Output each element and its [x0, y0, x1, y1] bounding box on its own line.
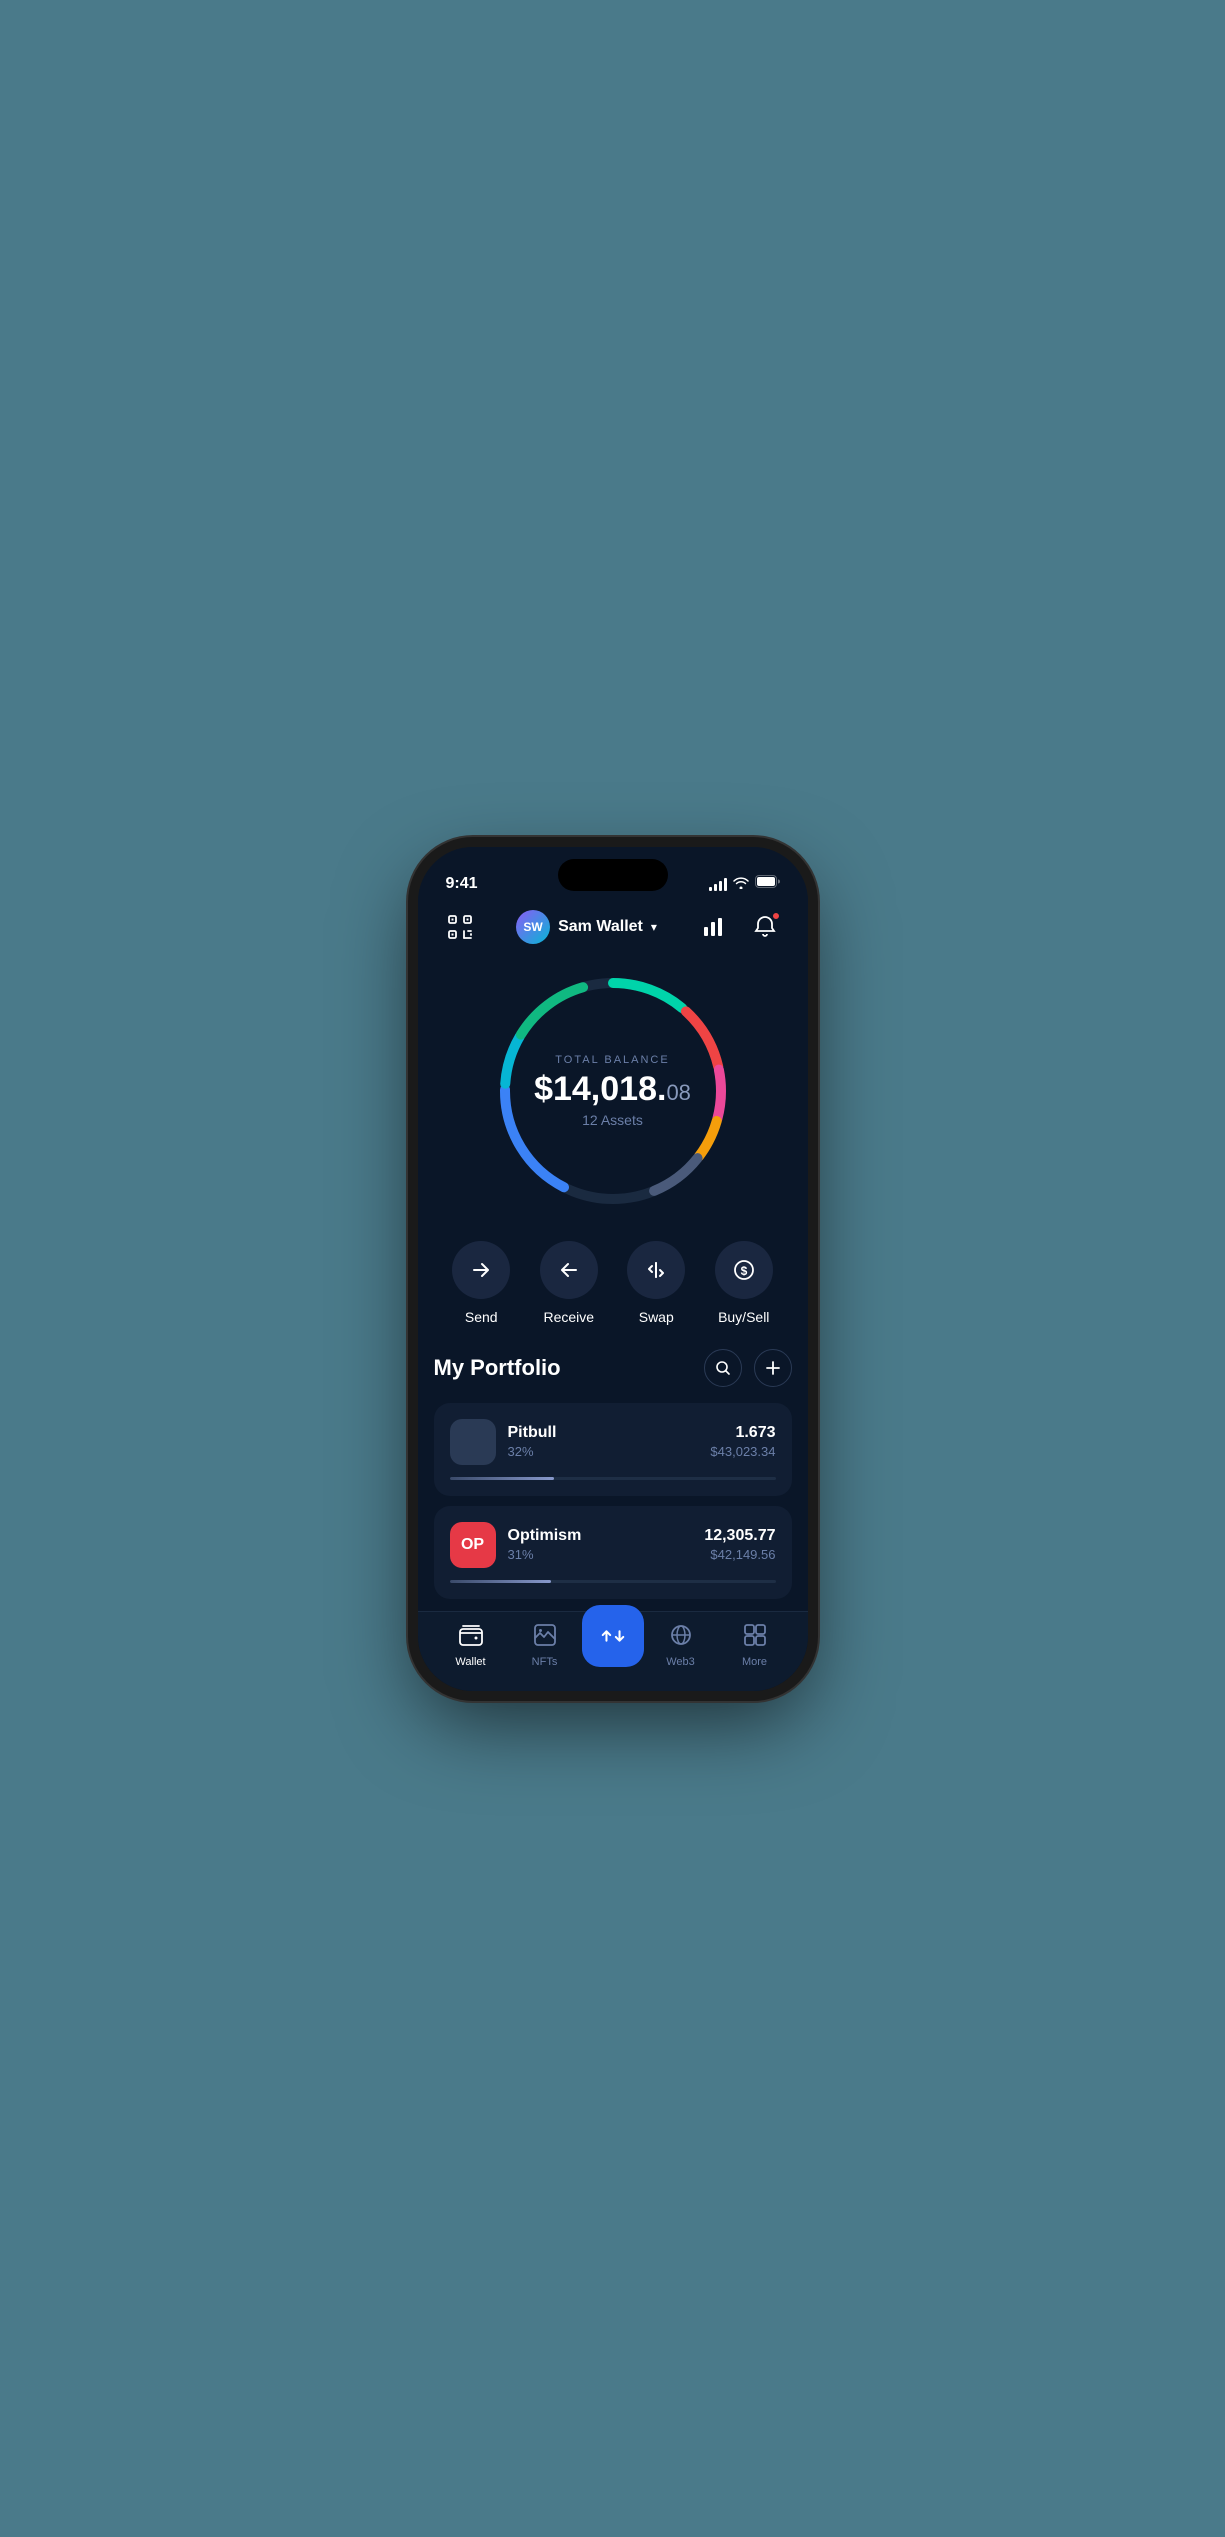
wifi-icon — [733, 876, 749, 892]
dynamic-island — [558, 859, 668, 891]
status-time: 9:41 — [446, 875, 478, 893]
pitbull-progress-bar — [450, 1477, 776, 1480]
web3-nav-icon — [670, 1624, 692, 1652]
pitbull-percent: 32% — [508, 1444, 557, 1459]
nav-wallet[interactable]: Wallet — [434, 1624, 508, 1668]
add-asset-button[interactable] — [754, 1349, 792, 1387]
balance-label: TOTAL BALANCE — [533, 1054, 693, 1066]
optimism-progress-fill — [450, 1580, 551, 1583]
nav-web3[interactable]: Web3 — [644, 1624, 718, 1668]
receive-label: Receive — [543, 1309, 594, 1325]
portfolio-title: My Portfolio — [434, 1355, 561, 1381]
header-right — [695, 909, 783, 945]
swap-label: Swap — [639, 1309, 674, 1325]
web3-nav-label: Web3 — [666, 1656, 695, 1668]
optimism-progress-bar — [450, 1580, 776, 1583]
optimism-icon: OP — [450, 1522, 496, 1568]
nav-more[interactable]: More — [718, 1624, 792, 1668]
wallet-nav-label: Wallet — [455, 1656, 485, 1668]
nfts-nav-label: NFTs — [532, 1656, 558, 1668]
wallet-name: Sam Wallet — [558, 918, 643, 936]
pitbull-name: Pitbull — [508, 1424, 557, 1442]
asset-optimism[interactable]: OP Optimism 31% 12,305.77 $42,149.56 — [434, 1506, 792, 1599]
search-button[interactable] — [704, 1349, 742, 1387]
asset-pitbull[interactable]: 🐾 Pitbull 32% 1.673 $43,023.34 — [434, 1403, 792, 1496]
optimism-value: $42,149.56 — [704, 1547, 775, 1562]
send-label: Send — [465, 1309, 498, 1325]
chevron-down-icon: ▾ — [651, 920, 657, 934]
more-nav-icon — [744, 1624, 766, 1652]
wallet-selector[interactable]: SW Sam Wallet ▾ — [516, 910, 657, 944]
pitbull-value: $43,023.34 — [710, 1444, 775, 1459]
portfolio-section: My Portfolio — [418, 1349, 808, 1611]
status-icons — [709, 875, 780, 893]
bottom-nav: Wallet NFTs — [418, 1611, 808, 1691]
phone-screen: 9:41 — [418, 847, 808, 1691]
optimism-amount: 12,305.77 — [704, 1527, 775, 1545]
header: SW Sam Wallet ▾ — [418, 901, 808, 961]
svg-text:$: $ — [740, 1264, 747, 1278]
chart-button[interactable] — [695, 909, 731, 945]
notification-dot — [771, 911, 781, 921]
buysell-label: Buy/Sell — [718, 1309, 769, 1325]
scan-icon[interactable] — [442, 909, 478, 945]
balance-ring: TOTAL BALANCE $14,018.08 12 Assets — [493, 971, 733, 1211]
portfolio-header: My Portfolio — [434, 1349, 792, 1387]
swap-center-button[interactable] — [582, 1605, 644, 1667]
balance-section: TOTAL BALANCE $14,018.08 12 Assets — [418, 961, 808, 1231]
optimism-percent: 31% — [508, 1547, 582, 1562]
notification-button[interactable] — [747, 909, 783, 945]
battery-icon — [755, 875, 780, 893]
pitbull-amount: 1.673 — [710, 1424, 775, 1442]
buysell-button[interactable]: $ Buy/Sell — [715, 1241, 773, 1325]
pitbull-progress-fill — [450, 1477, 554, 1480]
more-nav-label: More — [742, 1656, 767, 1668]
assets-count: 12 Assets — [533, 1112, 693, 1128]
pitbull-icon: 🐾 — [450, 1419, 496, 1465]
portfolio-actions — [704, 1349, 792, 1387]
wallet-nav-icon — [459, 1624, 483, 1652]
nfts-nav-icon — [534, 1624, 556, 1652]
receive-button[interactable]: Receive — [540, 1241, 598, 1325]
action-buttons: Send Receive Swap — [418, 1231, 808, 1349]
signal-icon — [709, 877, 727, 891]
nav-nfts[interactable]: NFTs — [508, 1624, 582, 1668]
balance-amount: $14,018.08 — [533, 1072, 693, 1106]
avatar: SW — [516, 910, 550, 944]
swap-button[interactable]: Swap — [627, 1241, 685, 1325]
phone-frame: 9:41 — [418, 847, 808, 1691]
balance-info: TOTAL BALANCE $14,018.08 12 Assets — [533, 1054, 693, 1128]
optimism-name: Optimism — [508, 1527, 582, 1545]
send-button[interactable]: Send — [452, 1241, 510, 1325]
